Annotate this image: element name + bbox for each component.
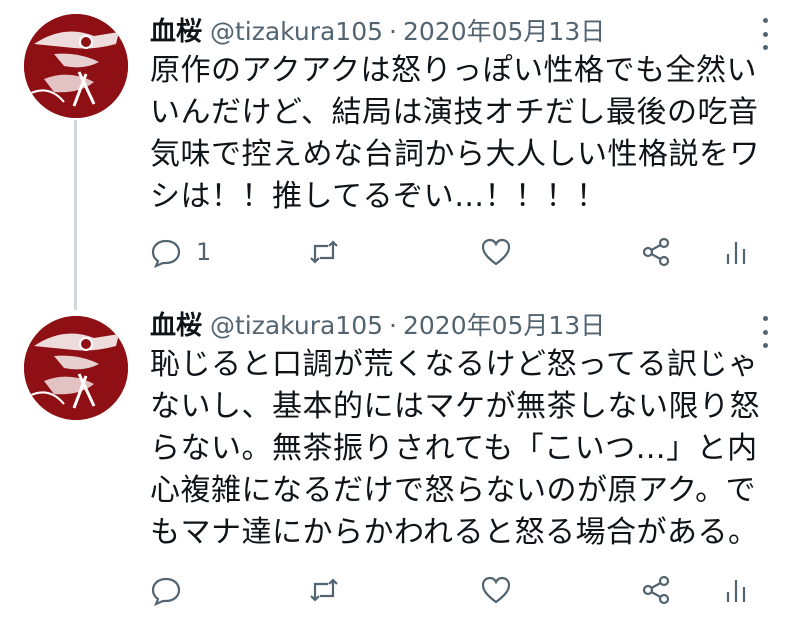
tweet[interactable]: 血桜 @tizakura105 · 2020年05月13日 恥じると口調が荒くなるけ… [0,310,799,620]
retweet-icon [310,240,338,264]
tweet-text-line: 恥じると口調が荒くなるけど怒ってる訳じゃ [150,347,759,382]
tweet-text-line: 気味で控えめな台詞から大人しい性格説をワ [150,137,760,172]
share-button[interactable] [640,232,672,272]
tweet-text-line: 原作のアクアクは怒りっぽい性格でも全然い [150,53,757,88]
like-button[interactable] [480,232,512,272]
tweet-actions: 1 [150,232,770,272]
share-icon [642,575,670,605]
tweet-header: 血桜 @tizakura105 · 2020年05月13日 [150,306,750,346]
display-name[interactable]: 血桜 [150,311,202,341]
display-name[interactable]: 血桜 [150,17,202,47]
like-icon [481,576,511,604]
share-icon [642,237,670,267]
like-button[interactable] [480,570,512,610]
tweet-text-line: もマナ達にからかわれると怒る場合がある。 [150,515,759,550]
tweet[interactable]: 血桜 @tizakura105 · 2020年05月13日 原作のアクアクは怒りっぽ… [0,0,799,310]
user-handle[interactable]: @tizakura105 [210,17,383,46]
reply-button[interactable]: 1 [150,232,211,272]
avatar[interactable] [24,316,128,420]
stats-icon [726,242,746,264]
tweet-text-line: いんだけど、結局は演技オチだし最後の吃音 [150,95,759,130]
like-icon [481,238,511,266]
avatar[interactable] [24,14,128,118]
reply-icon [151,577,181,606]
tweet-date[interactable]: 2020年05月13日 [403,311,605,340]
separator: · [389,311,397,340]
tweet-header: 血桜 @tizakura105 · 2020年05月13日 [150,12,750,52]
tweet-text-line: シは！！推してるぞい…！！！！ [150,179,607,214]
tweet-text-line: ないし、基本的にはマケが無茶しない限り怒 [150,389,760,424]
tweet-date[interactable]: 2020年05月13日 [403,17,605,46]
retweet-button[interactable] [308,570,340,610]
stats-icon [726,580,746,602]
reply-button[interactable] [150,570,182,610]
more-options-icon[interactable] [757,18,773,50]
reply-count: 1 [196,238,212,266]
share-button[interactable] [640,570,672,610]
separator: · [389,17,397,46]
stats-button[interactable] [720,570,752,610]
reply-icon [151,239,181,268]
tweet-actions [150,570,770,610]
stats-button[interactable] [720,232,752,272]
tweet-text: 原作のアクアクは怒りっぽい性格でも全然い いんだけど、結局は演技オチだし最後の吃… [150,50,780,218]
tweet-text-line: らない。無茶振りされても「こいつ…」と内 [150,431,758,466]
retweet-button[interactable] [308,232,340,272]
user-handle[interactable]: @tizakura105 [210,311,383,340]
thread-line [74,120,77,310]
tweet-text-line: 心複雑になるだけで怒らないのが原アク。で [150,473,757,508]
tweet-text: 恥じると口調が荒くなるけど怒ってる訳じゃ ないし、基本的にはマケが無茶しない限り… [150,344,780,554]
retweet-icon [310,578,338,602]
